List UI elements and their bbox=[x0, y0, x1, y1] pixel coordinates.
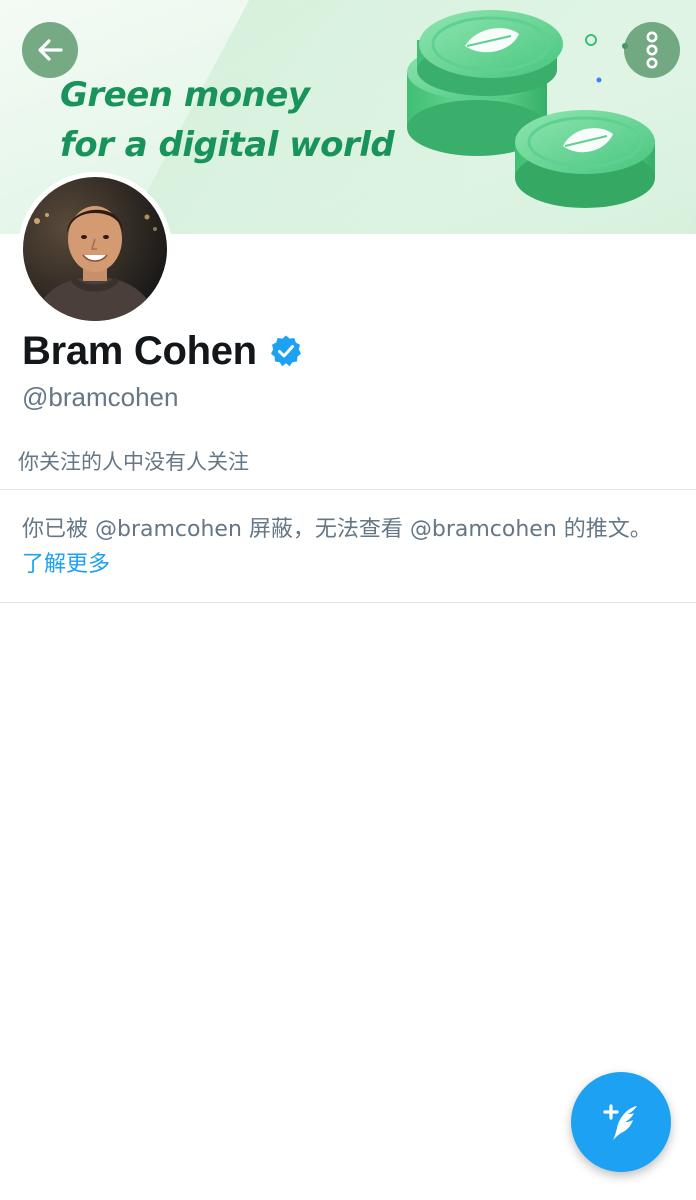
compose-tweet-icon bbox=[603, 1104, 637, 1140]
avatar-photo bbox=[23, 177, 167, 321]
banner-headline-line1: Green money bbox=[60, 75, 310, 115]
divider bbox=[0, 602, 696, 603]
profile-avatar[interactable] bbox=[18, 172, 172, 326]
verified-badge-icon bbox=[270, 335, 301, 367]
more-vertical-icon bbox=[646, 31, 658, 69]
followers-you-know-text: 你关注的人中没有人关注 bbox=[18, 450, 249, 474]
divider bbox=[0, 489, 696, 490]
back-button[interactable] bbox=[22, 22, 78, 78]
compose-tweet-button[interactable] bbox=[571, 1072, 671, 1172]
more-options-button[interactable] bbox=[624, 22, 680, 78]
learn-more-link[interactable]: 了解更多 bbox=[22, 552, 110, 577]
blocked-notice-text: 你已被 @bramcohen 屏蔽，无法查看 @bramcohen 的推文。 bbox=[22, 517, 652, 542]
display-name: Bram Cohen bbox=[22, 328, 257, 373]
banner-headline-line2: for a digital world bbox=[60, 125, 395, 165]
profile-handle: @bramcohen bbox=[22, 382, 179, 412]
banner-headline: Green money for a digital world bbox=[60, 70, 395, 170]
profile-page: Green money for a digital world Bram Coh… bbox=[0, 0, 696, 1200]
blocked-notice: 你已被 @bramcohen 屏蔽，无法查看 @bramcohen 的推文。了解… bbox=[22, 512, 672, 582]
display-name-row: Bram Cohen bbox=[22, 326, 303, 376]
arrow-left-icon bbox=[38, 39, 63, 61]
